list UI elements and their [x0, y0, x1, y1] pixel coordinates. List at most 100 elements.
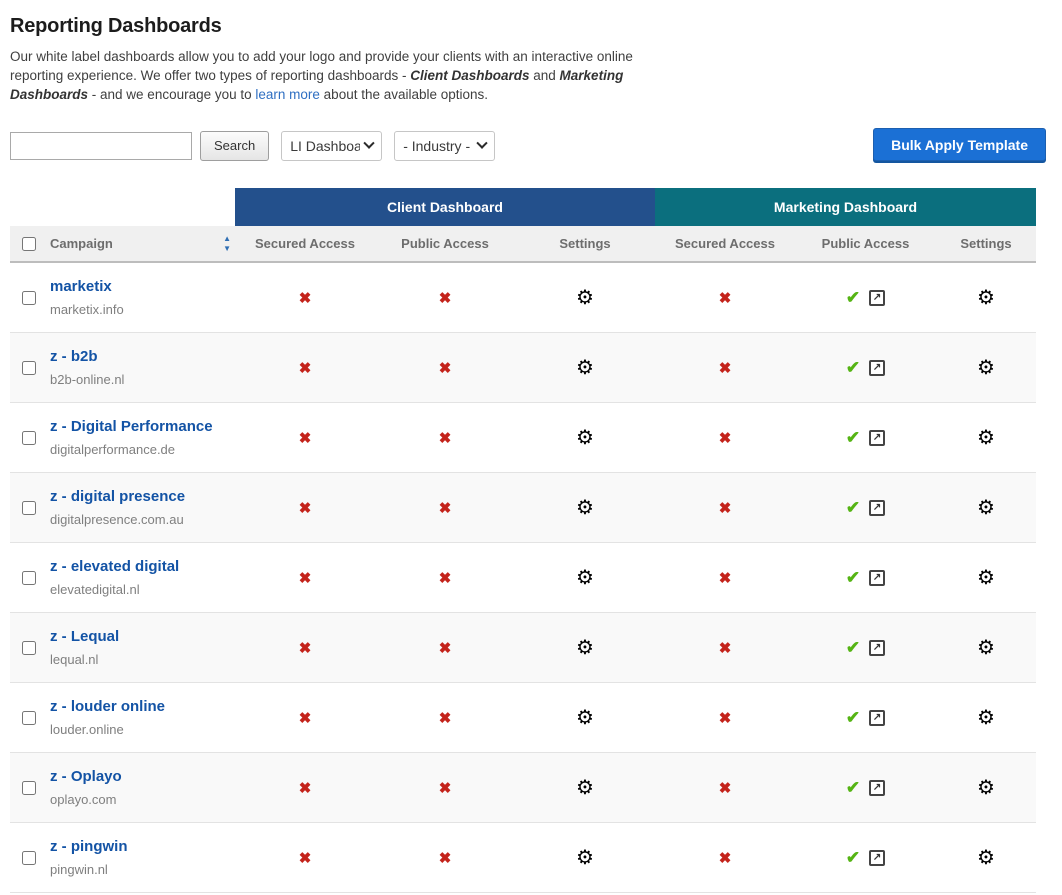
- dashboard-filter-select[interactable]: LI Dashboa: [281, 131, 382, 161]
- red-cross-icon[interactable]: ✖: [439, 359, 452, 377]
- red-cross-icon[interactable]: ✖: [439, 849, 452, 867]
- row-checkbox[interactable]: [22, 431, 36, 445]
- settings-gear-icon[interactable]: ⚙: [977, 848, 995, 868]
- red-cross-icon[interactable]: ✖: [719, 639, 732, 657]
- red-cross-icon[interactable]: ✖: [439, 499, 452, 517]
- campaign-link[interactable]: z - elevated digital: [50, 558, 235, 575]
- row-checkbox[interactable]: [22, 501, 36, 515]
- campaign-link[interactable]: z - louder online: [50, 698, 235, 715]
- red-cross-icon[interactable]: ✖: [439, 429, 452, 447]
- external-link-icon[interactable]: ↗: [869, 290, 885, 306]
- status-cells: ✖ ✖ ⚙ ✖ ✔ ↗ ⚙: [235, 428, 1036, 448]
- external-link-icon[interactable]: ↗: [869, 850, 885, 866]
- red-cross-icon[interactable]: ✖: [299, 499, 312, 517]
- campaign-link[interactable]: z - b2b: [50, 348, 235, 365]
- client-secured-cell: ✖: [235, 359, 375, 377]
- row-checkbox-cell: [10, 641, 50, 655]
- red-cross-icon[interactable]: ✖: [439, 639, 452, 657]
- red-cross-icon[interactable]: ✖: [719, 779, 732, 797]
- red-cross-icon[interactable]: ✖: [719, 289, 732, 307]
- settings-gear-icon[interactable]: ⚙: [977, 708, 995, 728]
- client-secured-cell: ✖: [235, 779, 375, 797]
- green-check-icon[interactable]: ✔: [846, 428, 860, 448]
- red-cross-icon[interactable]: ✖: [299, 709, 312, 727]
- red-cross-icon[interactable]: ✖: [299, 429, 312, 447]
- green-check-icon[interactable]: ✔: [846, 708, 860, 728]
- marketing-public-access-header: Public Access: [795, 236, 936, 251]
- external-link-icon[interactable]: ↗: [869, 430, 885, 446]
- red-cross-icon[interactable]: ✖: [299, 289, 312, 307]
- red-cross-icon[interactable]: ✖: [719, 849, 732, 867]
- toolbar: Search LI Dashboa - Industry - Bulk Appl…: [10, 129, 1062, 162]
- red-cross-icon[interactable]: ✖: [299, 779, 312, 797]
- settings-gear-icon[interactable]: ⚙: [977, 428, 995, 448]
- external-link-icon[interactable]: ↗: [869, 360, 885, 376]
- external-link-icon[interactable]: ↗: [869, 640, 885, 656]
- red-cross-icon[interactable]: ✖: [439, 289, 452, 307]
- red-cross-icon[interactable]: ✖: [719, 709, 732, 727]
- bulk-apply-template-button[interactable]: Bulk Apply Template: [873, 128, 1046, 161]
- campaign-link[interactable]: marketix: [50, 278, 235, 295]
- campaign-link[interactable]: z - Digital Performance: [50, 418, 235, 435]
- status-cells: ✖ ✖ ⚙ ✖ ✔ ↗ ⚙: [235, 848, 1036, 868]
- green-check-icon[interactable]: ✔: [846, 778, 860, 798]
- settings-gear-icon[interactable]: ⚙: [576, 848, 594, 868]
- red-cross-icon[interactable]: ✖: [719, 569, 732, 587]
- green-check-icon[interactable]: ✔: [846, 568, 860, 588]
- red-cross-icon[interactable]: ✖: [439, 709, 452, 727]
- row-checkbox[interactable]: [22, 781, 36, 795]
- external-link-icon[interactable]: ↗: [869, 710, 885, 726]
- green-check-icon[interactable]: ✔: [846, 638, 860, 658]
- settings-gear-icon[interactable]: ⚙: [977, 288, 995, 308]
- green-check-icon[interactable]: ✔: [846, 358, 860, 378]
- red-cross-icon[interactable]: ✖: [439, 569, 452, 587]
- settings-gear-icon[interactable]: ⚙: [576, 568, 594, 588]
- industry-filter-select[interactable]: - Industry -: [394, 131, 495, 161]
- red-cross-icon[interactable]: ✖: [719, 429, 732, 447]
- row-checkbox[interactable]: [22, 571, 36, 585]
- green-check-icon[interactable]: ✔: [846, 498, 860, 518]
- settings-gear-icon[interactable]: ⚙: [576, 638, 594, 658]
- red-cross-icon[interactable]: ✖: [719, 499, 732, 517]
- settings-gear-icon[interactable]: ⚙: [977, 568, 995, 588]
- client-public-cell: ✖: [375, 709, 515, 727]
- settings-gear-icon[interactable]: ⚙: [576, 498, 594, 518]
- row-checkbox[interactable]: [22, 291, 36, 305]
- campaign-link[interactable]: z - Lequal: [50, 628, 235, 645]
- settings-gear-icon[interactable]: ⚙: [576, 358, 594, 378]
- campaign-link[interactable]: z - pingwin: [50, 838, 235, 855]
- row-checkbox[interactable]: [22, 361, 36, 375]
- red-cross-icon[interactable]: ✖: [299, 359, 312, 377]
- campaign-link[interactable]: z - digital presence: [50, 488, 235, 505]
- green-check-icon[interactable]: ✔: [846, 288, 860, 308]
- settings-gear-icon[interactable]: ⚙: [977, 358, 995, 378]
- settings-gear-icon[interactable]: ⚙: [576, 708, 594, 728]
- row-checkbox[interactable]: [22, 851, 36, 865]
- external-link-icon[interactable]: ↗: [869, 780, 885, 796]
- sort-descending-icon[interactable]: ▼: [223, 245, 231, 253]
- settings-gear-icon[interactable]: ⚙: [977, 498, 995, 518]
- red-cross-icon[interactable]: ✖: [299, 569, 312, 587]
- red-cross-icon[interactable]: ✖: [299, 849, 312, 867]
- search-input[interactable]: [10, 132, 192, 160]
- red-cross-icon[interactable]: ✖: [439, 779, 452, 797]
- campaign-domain: lequal.nl: [50, 652, 235, 667]
- settings-gear-icon[interactable]: ⚙: [576, 428, 594, 448]
- select-all-checkbox[interactable]: [22, 237, 36, 251]
- settings-gear-icon[interactable]: ⚙: [977, 638, 995, 658]
- sort-ascending-icon[interactable]: ▲: [223, 235, 231, 243]
- campaign-link[interactable]: z - Oplayo: [50, 768, 235, 785]
- settings-gear-icon[interactable]: ⚙: [576, 778, 594, 798]
- external-link-icon[interactable]: ↗: [869, 500, 885, 516]
- red-cross-icon[interactable]: ✖: [719, 359, 732, 377]
- red-cross-icon[interactable]: ✖: [299, 639, 312, 657]
- settings-gear-icon[interactable]: ⚙: [977, 778, 995, 798]
- external-link-icon[interactable]: ↗: [869, 570, 885, 586]
- search-button[interactable]: Search: [200, 131, 269, 161]
- settings-gear-icon[interactable]: ⚙: [576, 288, 594, 308]
- row-checkbox[interactable]: [22, 641, 36, 655]
- row-checkbox-cell: [10, 781, 50, 795]
- learn-more-link[interactable]: learn more: [255, 87, 320, 102]
- green-check-icon[interactable]: ✔: [846, 848, 860, 868]
- row-checkbox[interactable]: [22, 711, 36, 725]
